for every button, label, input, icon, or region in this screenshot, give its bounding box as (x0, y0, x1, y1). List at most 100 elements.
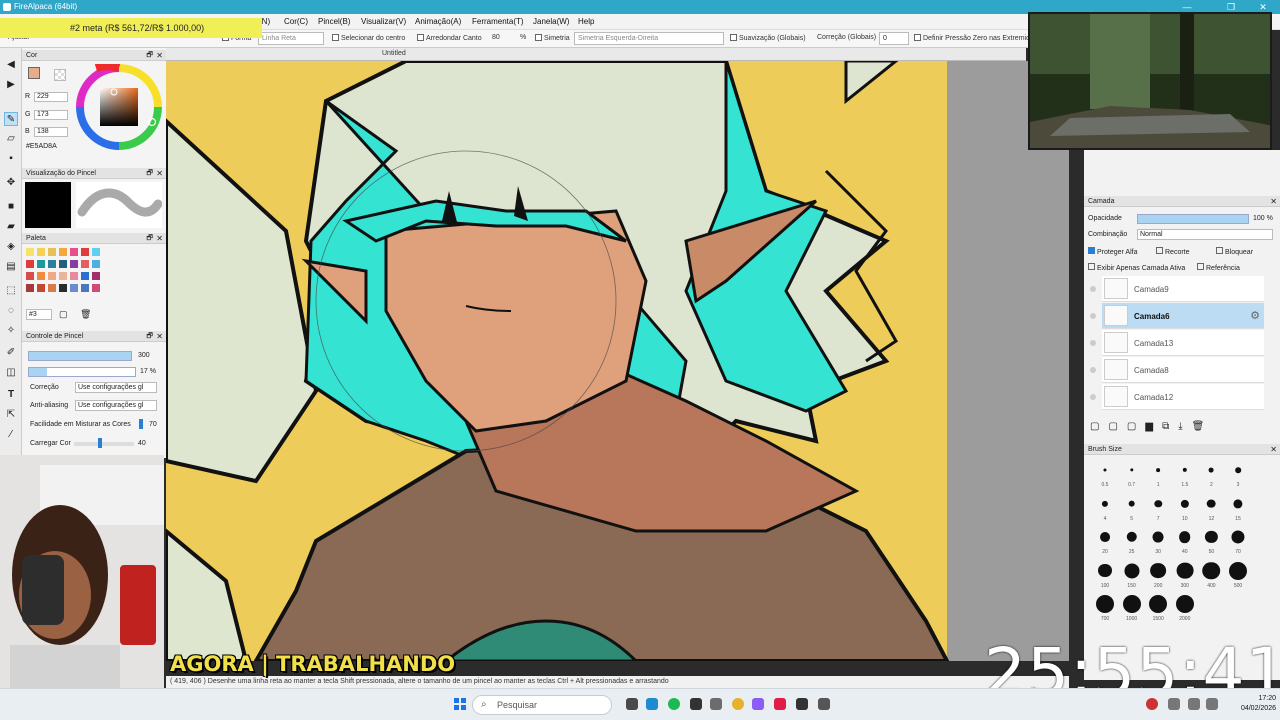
new-1bit-layer-icon[interactable]: ▢ (1127, 421, 1145, 432)
palette-swatch[interactable] (48, 260, 56, 268)
text-tool-icon[interactable]: T (4, 388, 18, 402)
round-corner-checkbox[interactable] (417, 34, 424, 41)
task-view-icon[interactable] (626, 698, 638, 710)
palette-swatch[interactable] (70, 272, 78, 280)
start-icon[interactable] (454, 698, 466, 710)
palette-swatch[interactable] (59, 248, 67, 256)
g-input[interactable]: 173 (34, 110, 68, 120)
background-color-swatch[interactable] (54, 69, 66, 81)
load-color-track[interactable] (74, 442, 134, 446)
canvas-area[interactable] (166, 61, 1069, 661)
brush-size-cell[interactable]: 1.5 (1172, 460, 1198, 493)
bucket-tool-icon[interactable]: ◈ (4, 240, 18, 254)
spotify-icon[interactable] (668, 698, 680, 710)
layer-visibility-icon[interactable] (1090, 340, 1096, 346)
fill-shape-icon[interactable]: ▰ (4, 220, 18, 234)
palette-swatch[interactable] (37, 248, 45, 256)
layer-visibility-icon[interactable] (1090, 394, 1096, 400)
palette-swatch[interactable] (26, 248, 34, 256)
palette-swatch[interactable] (59, 284, 67, 292)
brush-size-cell[interactable]: 5 (1119, 494, 1145, 527)
protect-alpha-checkbox[interactable] (1088, 247, 1095, 254)
restore-icon[interactable]: 🗗 (146, 50, 153, 61)
close-icon[interactable]: ✕ (156, 331, 163, 342)
prev-icon[interactable]: ◀ (4, 58, 18, 72)
brush-size-cell[interactable]: 2000 (1172, 594, 1198, 627)
duplicate-layer-icon[interactable]: ⧉ (1162, 421, 1178, 432)
palette-swatch[interactable] (92, 272, 100, 280)
brush-tool-icon[interactable]: ✎ (4, 112, 18, 126)
layer-settings-icon[interactable]: ⚙ (1250, 309, 1260, 322)
brush-size-cell[interactable]: 2 (1198, 460, 1224, 493)
brush-size-cell[interactable]: 10 (1172, 494, 1198, 527)
brush-size-cell[interactable]: 7 (1145, 494, 1171, 527)
reference-option[interactable]: Referência (1197, 263, 1240, 272)
round-corner-option[interactable]: Arredondar Canto (417, 34, 482, 42)
taskbar-search[interactable]: ⌕ Pesquisar (472, 695, 612, 715)
layer-blend-dropdown[interactable]: Normal (1137, 229, 1273, 240)
brush-size-cell[interactable]: 40 (1172, 527, 1198, 560)
center-select-option[interactable]: Selecionar do centro (332, 34, 405, 42)
palette-swatch[interactable] (81, 272, 89, 280)
pressure-zero-checkbox[interactable] (914, 34, 921, 41)
palette-swatch[interactable] (81, 284, 89, 292)
taskbar-clock[interactable]: 17:20 04/02/2026 (1222, 694, 1276, 714)
merge-down-icon[interactable]: ⤓ (1178, 421, 1191, 432)
clipping-checkbox[interactable] (1156, 247, 1163, 254)
blend-slider[interactable] (139, 419, 143, 429)
brush-size-cell[interactable]: 4 (1092, 494, 1118, 527)
palette-swatch[interactable] (37, 260, 45, 268)
palette-swatch[interactable] (26, 272, 34, 280)
app-icon-3[interactable] (774, 698, 786, 710)
delete-palette-icon[interactable]: 🗑 (80, 309, 91, 320)
palette-set-select[interactable]: #3 (26, 309, 52, 320)
edge-icon[interactable] (646, 698, 658, 710)
brush-size-cell[interactable]: 150 (1119, 561, 1145, 594)
layer-row[interactable]: Camada9 (1102, 276, 1264, 302)
pressure-zero-option[interactable]: Definir Pressão Zero nas Extremid (914, 34, 1030, 42)
new-8bit-layer-icon[interactable]: ▢ (1108, 421, 1126, 432)
palette-swatch[interactable] (92, 284, 100, 292)
r-input[interactable]: 229 (34, 92, 68, 102)
lock-option[interactable]: Bloquear (1216, 247, 1253, 256)
app-icon-4[interactable] (796, 698, 808, 710)
eyedropper-icon[interactable]: ⁄ (4, 428, 18, 442)
protect-alpha-option[interactable]: Proteger Alfa (1088, 247, 1137, 256)
palette-swatch[interactable] (59, 260, 67, 268)
gradient-tool-icon[interactable]: ▤ (4, 260, 18, 274)
next-icon[interactable]: ▶ (4, 78, 18, 92)
brush-size-cell[interactable]: 3 (1225, 460, 1251, 493)
restore-icon[interactable]: 🗗 (146, 233, 153, 244)
brush-size-cell[interactable]: 30 (1145, 527, 1171, 560)
brush-size-cell[interactable]: 700 (1092, 594, 1118, 627)
select-tool-icon[interactable]: ⬚ (4, 284, 18, 298)
select-eraser-icon[interactable]: ◫ (4, 366, 18, 380)
layer-visibility-icon[interactable] (1090, 367, 1096, 373)
symmetry-checkbox[interactable] (535, 34, 542, 41)
app-icon-2[interactable] (752, 698, 764, 710)
palette-swatch[interactable] (70, 260, 78, 268)
brush-size-cell[interactable]: 50 (1198, 527, 1224, 560)
lasso-tool-icon[interactable]: ◌ (4, 304, 18, 318)
rect-tool-icon[interactable]: ■ (4, 200, 18, 214)
layer-row[interactable]: Camada12 (1102, 384, 1264, 410)
palette-swatch[interactable] (81, 260, 89, 268)
menu-help[interactable]: Help (578, 17, 594, 26)
chrome-icon[interactable] (732, 698, 744, 710)
symmetry-select[interactable]: Simetria Esquerda-Direita (574, 32, 724, 45)
app-icon-5[interactable] (818, 698, 830, 710)
palette-swatch[interactable] (48, 248, 56, 256)
palette-swatch[interactable] (26, 260, 34, 268)
layer-visibility-icon[interactable] (1090, 286, 1096, 292)
palette-swatch[interactable] (81, 248, 89, 256)
layer-opacity-slider[interactable] (1137, 214, 1249, 224)
firealpaca-taskbar-icon[interactable] (710, 698, 722, 710)
menu-tool[interactable]: Ferramenta(T) (472, 17, 524, 26)
layer-visibility-icon[interactable] (1090, 313, 1096, 319)
menu-color[interactable]: Cor(C) (284, 17, 308, 26)
app-icon-1[interactable] (690, 698, 702, 710)
brush-size-cell[interactable]: 70 (1225, 527, 1251, 560)
document-tab[interactable]: Untitled (382, 50, 406, 57)
brush-size-cell[interactable]: 200 (1145, 561, 1171, 594)
close-icon[interactable]: ✕ (156, 50, 163, 61)
